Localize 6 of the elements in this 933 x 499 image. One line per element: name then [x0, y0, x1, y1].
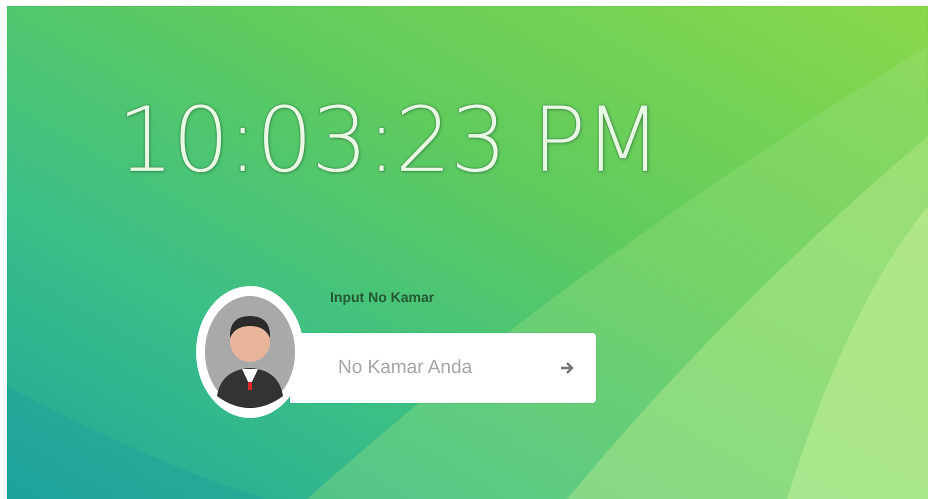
clock-time: 10:03:23 PM: [117, 96, 660, 186]
user-silhouette-icon: [205, 296, 295, 408]
room-number-input[interactable]: No Kamar Anda: [338, 353, 538, 383]
arrow-right-icon: [560, 361, 574, 375]
room-number-field[interactable]: No Kamar Anda: [290, 333, 596, 403]
input-label: Input No Kamar: [329, 289, 436, 307]
